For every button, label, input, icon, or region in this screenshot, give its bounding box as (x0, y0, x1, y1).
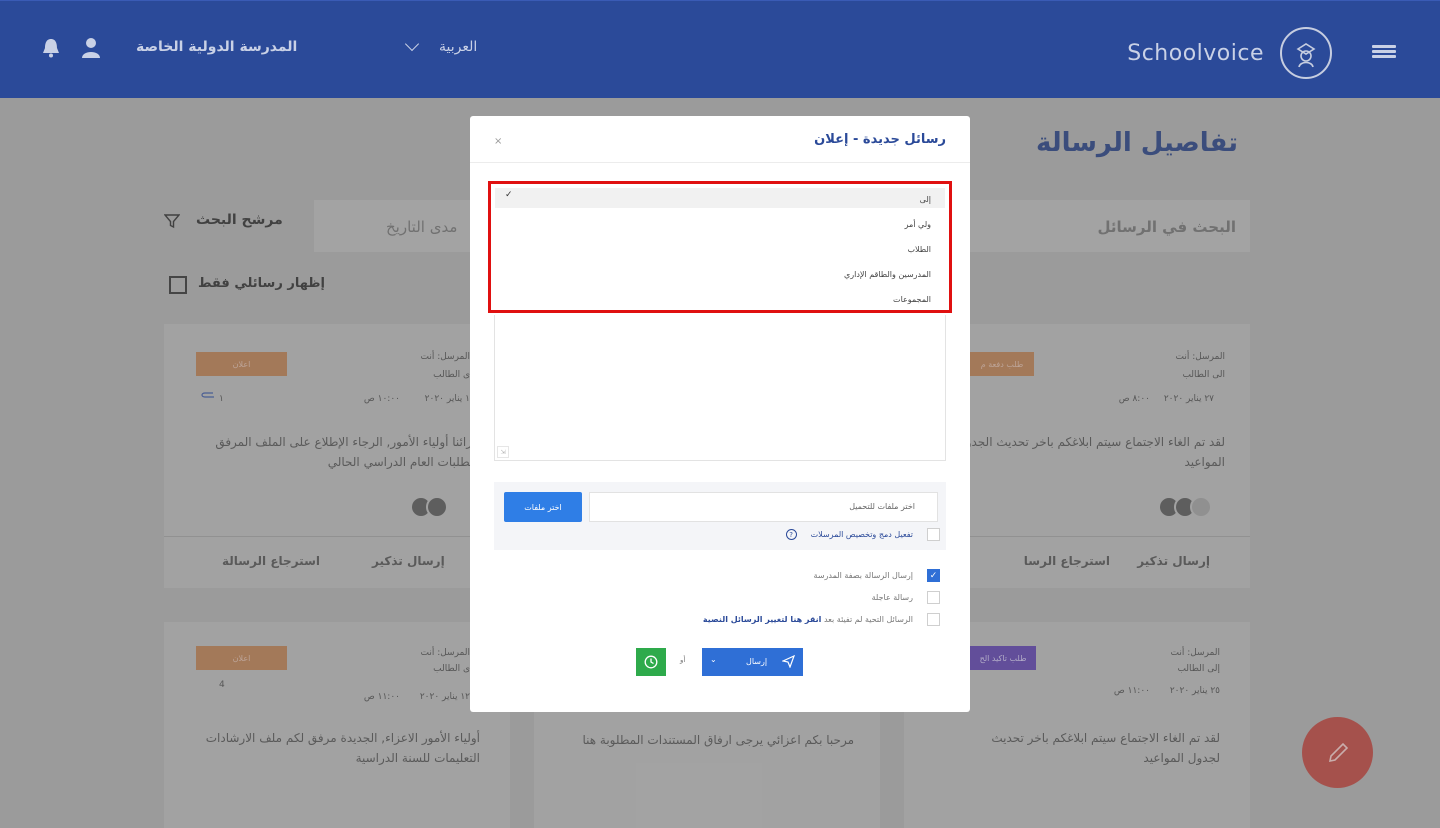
schedule-button[interactable] (636, 648, 666, 676)
upload-panel: اختر ملفات للتحميل اختر ملفات تفعيل دمج … (494, 482, 946, 550)
dropdown-option-parent[interactable]: ولي أمر (905, 220, 931, 229)
top-navbar: Schoolvoice العربية المدرسة الدولية الخا… (0, 0, 1440, 98)
brand-name: Schoolvoice (1127, 40, 1264, 66)
urgent-option: رسالة عاجلة (872, 591, 940, 604)
clock-icon (644, 655, 658, 669)
dropdown-option-students[interactable]: الطلاب (907, 245, 931, 254)
modal-header: رسائل جديدة - إعلان × (470, 116, 970, 163)
checkmark-icon: ✓ (505, 190, 513, 200)
modal-title: رسائل جديدة - إعلان (814, 132, 946, 147)
menu-icon[interactable] (1372, 45, 1396, 59)
merge-checkbox[interactable] (927, 528, 940, 541)
logo-icon (1280, 27, 1332, 79)
resize-handle-icon[interactable]: ⇲ (497, 446, 509, 458)
bell-icon[interactable] (40, 37, 62, 63)
help-icon[interactable]: ? (785, 529, 797, 540)
sms-checkbox[interactable] (927, 613, 940, 626)
change-sms-link[interactable]: انقر هنا لتغيير الرسائل النصية (703, 615, 821, 624)
sms-label-prefix: الرسائل التحية لم تفيئة بعد (821, 615, 913, 624)
recipient-dropdown[interactable]: ✓ إلى ولي أمر الطلاب المدرسين والطاقم ال… (488, 181, 952, 313)
sms-label: الرسائل التحية لم تفيئة بعد انقر هنا لتغ… (703, 615, 913, 624)
chevron-down-icon (404, 36, 420, 52)
send-label: إرسال (746, 657, 768, 666)
send-as-school-option: ✓ إرسال الرسالة بصفة المدرسة (814, 569, 940, 582)
urgent-checkbox[interactable] (927, 591, 940, 604)
user-icon[interactable] (80, 37, 102, 63)
send-as-school-label: إرسال الرسالة بصفة المدرسة (813, 571, 913, 580)
merge-label: تفعيل دمج وتخصيص المرسلات (810, 530, 913, 539)
or-label: أو (680, 656, 686, 664)
merge-option-row: تفعيل دمج وتخصيص المرسلات ? (785, 528, 940, 541)
chevron-down-icon[interactable]: ⌄ (710, 655, 724, 664)
language-select[interactable]: العربية (404, 36, 478, 55)
urgent-label: رسالة عاجلة (871, 593, 913, 602)
close-icon[interactable]: × (494, 136, 502, 147)
message-textarea[interactable]: ⇲ (494, 315, 946, 461)
dropdown-option-staff[interactable]: المدرسين والطاقم الإداري (844, 270, 931, 279)
file-upload-input[interactable]: اختر ملفات للتحميل (589, 492, 938, 522)
brand[interactable]: Schoolvoice (1127, 27, 1332, 79)
school-name[interactable]: المدرسة الدولية الخاصة (136, 39, 297, 55)
send-button[interactable]: إرسال ⌄ (702, 648, 803, 676)
paper-plane-icon (782, 655, 795, 668)
file-upload-placeholder: اختر ملفات للتحميل (849, 502, 915, 511)
sms-option: الرسائل التحية لم تفيئة بعد انقر هنا لتغ… (703, 613, 940, 626)
dropdown-option-groups[interactable]: المجموعات (893, 295, 931, 304)
dropdown-selected-row[interactable] (495, 188, 945, 208)
send-as-school-checkbox[interactable]: ✓ (927, 569, 940, 582)
choose-files-button[interactable]: اختر ملفات (504, 492, 582, 522)
language-label: العربية (439, 39, 478, 55)
dropdown-option-to[interactable]: إلى (920, 195, 931, 204)
new-message-modal: رسائل جديدة - إعلان × ✓ إلى ولي أمر الطل… (470, 116, 970, 712)
